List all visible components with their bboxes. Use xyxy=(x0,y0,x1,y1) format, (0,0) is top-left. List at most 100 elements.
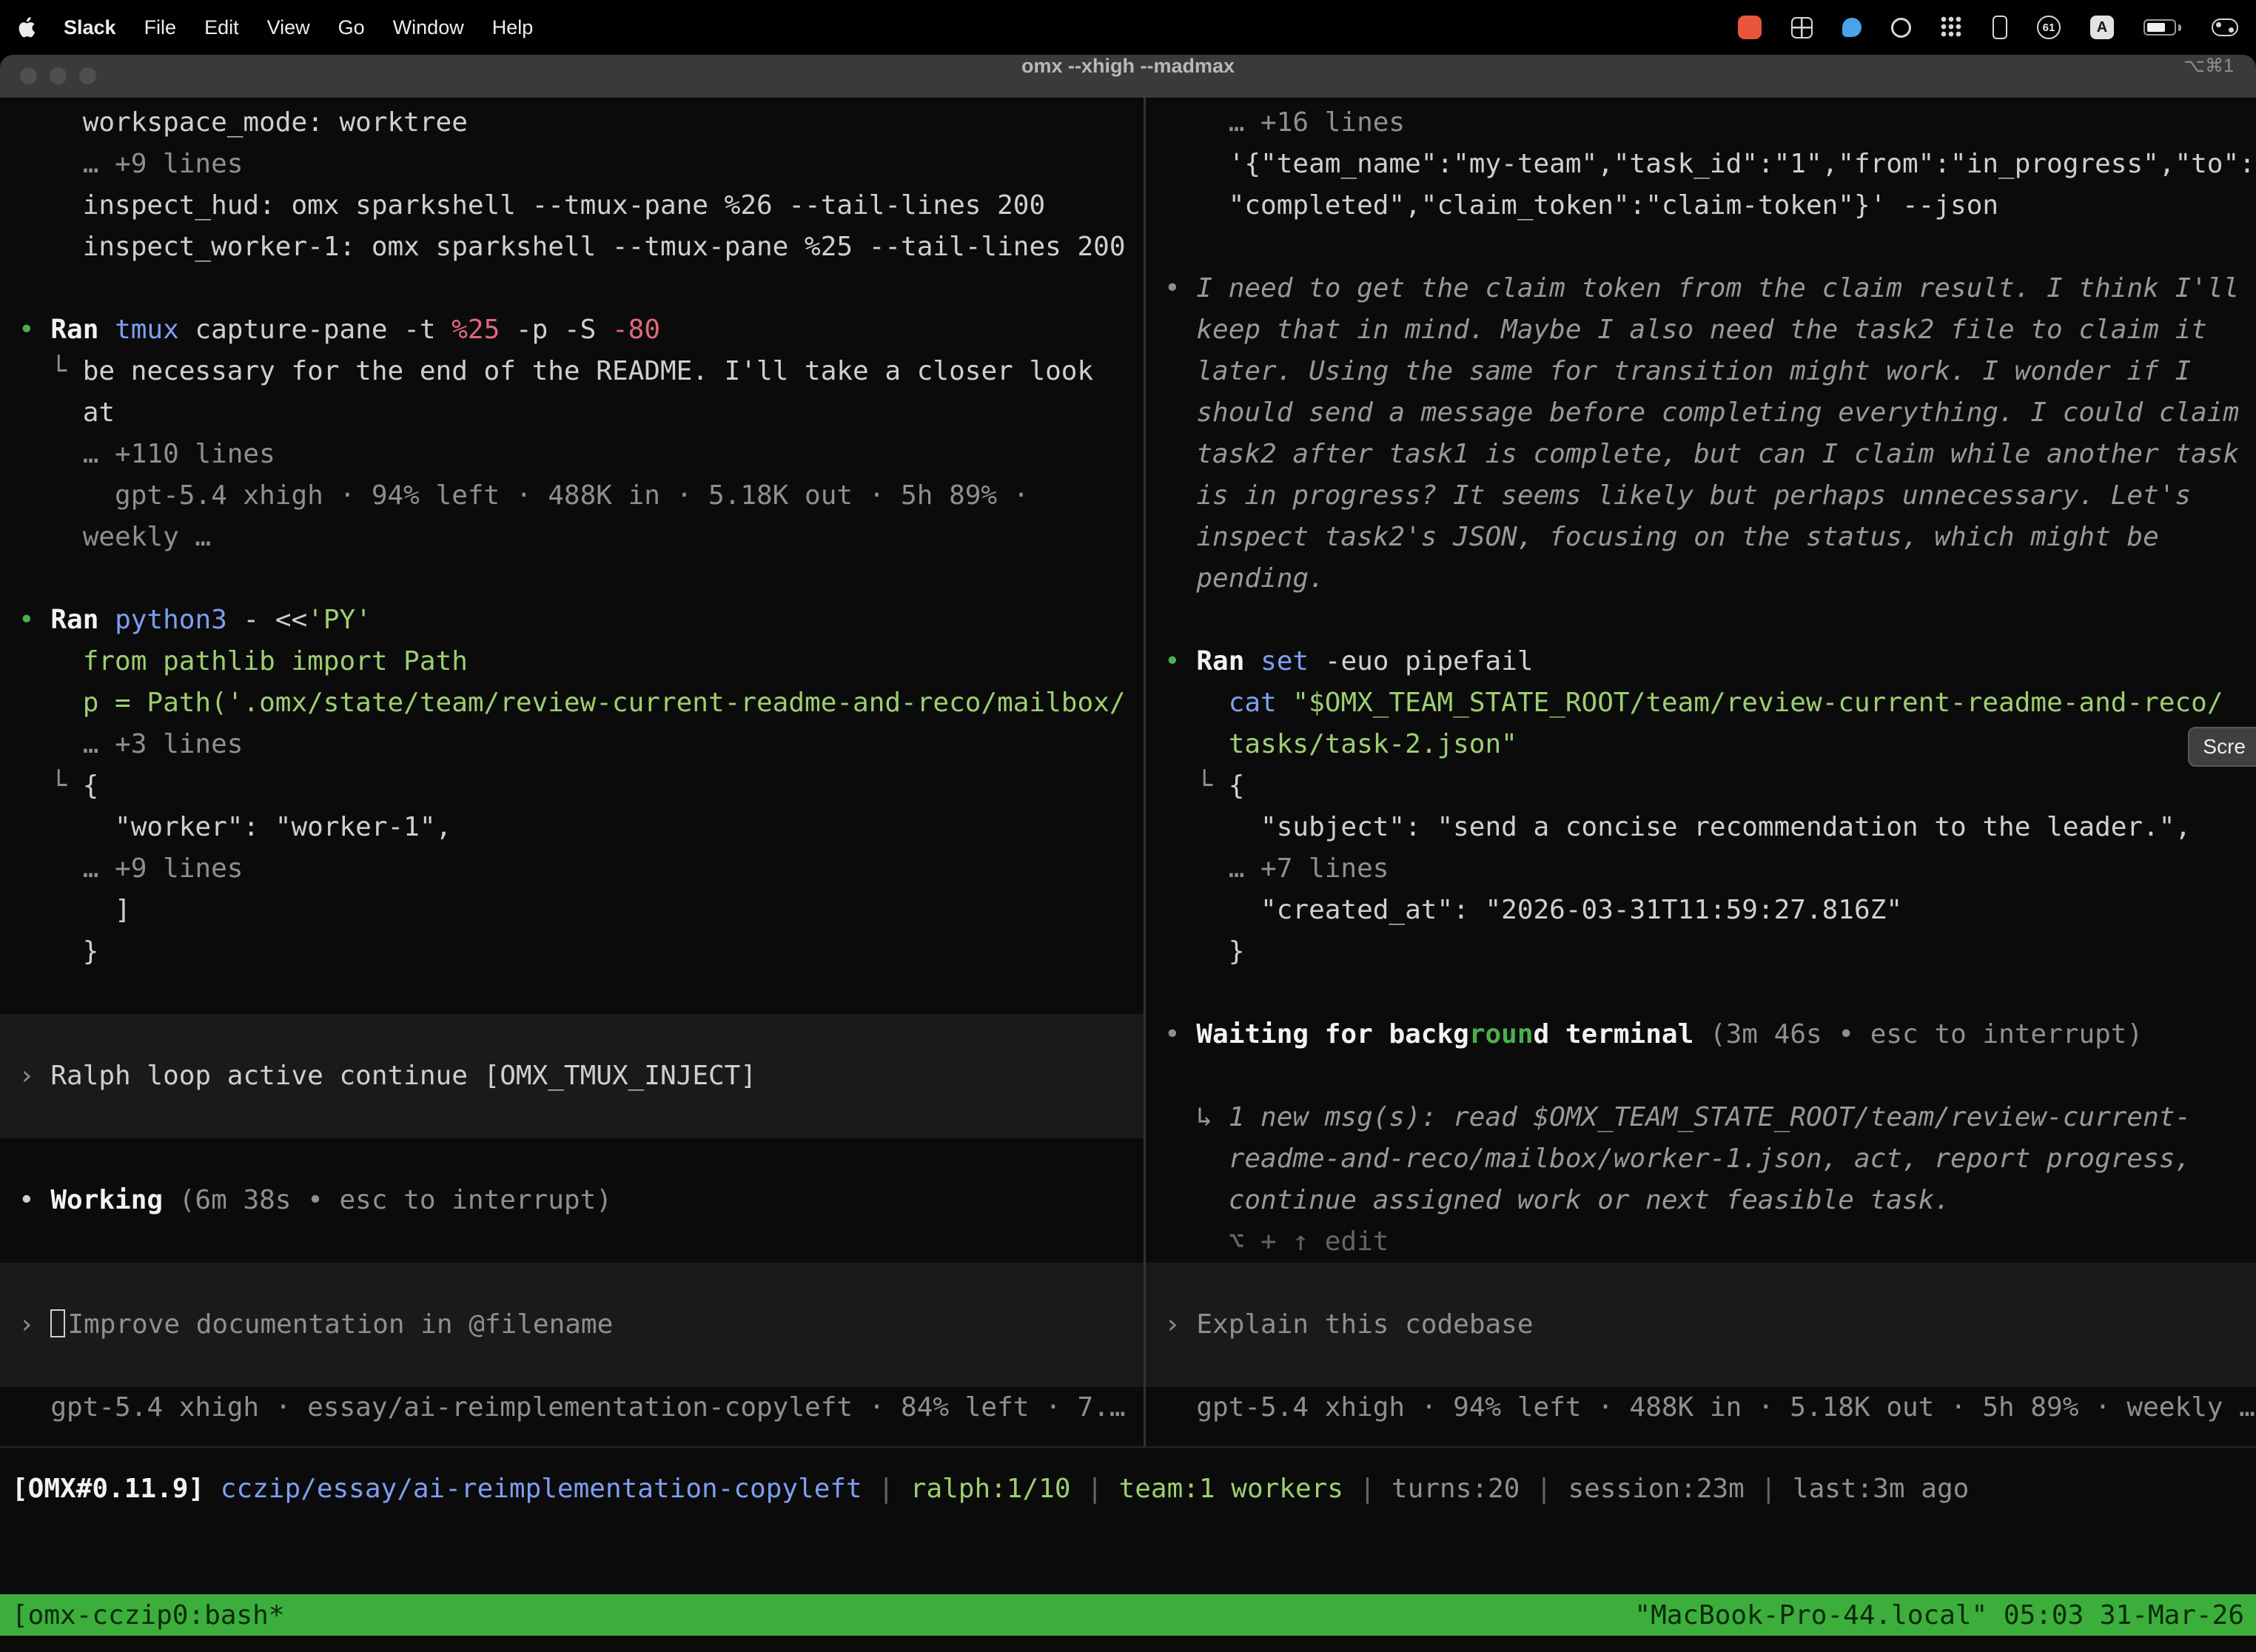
dots-grid-icon[interactable] xyxy=(1941,16,1963,38)
terminal-line: keep that in mind. Maybe I also need the… xyxy=(1146,309,2256,351)
text-segment: … +110 lines xyxy=(19,439,275,469)
text-segment: } xyxy=(1164,936,1244,967)
text-segment: "worker": "worker-1", xyxy=(19,812,451,842)
terminal-line xyxy=(0,1138,1144,1180)
window-titlebar[interactable]: omx --xhigh --madmax ⌥⌘1 xyxy=(0,55,2256,98)
menu-edit[interactable]: Edit xyxy=(204,16,239,39)
terminal-line: ⌥ + ↑ edit xyxy=(1146,1221,2256,1263)
text-segment: d terminal xyxy=(1534,1019,1694,1050)
composer-line[interactable] xyxy=(1146,1346,2256,1387)
text-segment: Improve documentation in @filename xyxy=(67,1309,613,1340)
text-segment: from pathlib import Path xyxy=(19,646,468,676)
terminal-line: • I need to get the claim token from the… xyxy=(1146,268,2256,309)
badge-61-icon[interactable]: 61 xyxy=(2037,16,2061,39)
text-segment: (6m 38s • esc to interrupt) xyxy=(163,1185,612,1215)
text-segment xyxy=(98,315,115,345)
menu-window[interactable]: Window xyxy=(393,16,464,39)
text-segment: "subject": "send a concise recommendatio… xyxy=(1164,812,2191,842)
text-segment: | xyxy=(1071,1474,1119,1504)
text-segment: (3m 46s • esc to interrupt) xyxy=(1693,1019,2143,1050)
text-segment: Waiting for backg xyxy=(1196,1019,1468,1050)
text-segment: continue assigned work or next feasible … xyxy=(1164,1185,1950,1215)
text-segment: • xyxy=(1164,273,1196,303)
ring-icon[interactable] xyxy=(1891,18,1911,38)
control-center-icon[interactable] xyxy=(2212,19,2238,36)
text-segment: • xyxy=(1164,1019,1196,1050)
text-cursor xyxy=(50,1309,65,1337)
terminal-line: … +7 lines xyxy=(1146,848,2256,890)
text-segment: I need to get the claim token from the c… xyxy=(1196,273,2239,303)
composer-line[interactable]: › Explain this codebase xyxy=(1146,1304,2256,1346)
text-segment: is in progress? It seems likely but perh… xyxy=(1164,480,2191,511)
text-segment: "created_at": "2026-03-31T11:59:27.816Z" xyxy=(1164,895,1902,925)
text-segment: keep that in mind. Maybe I also need the… xyxy=(1164,315,2207,345)
text-segment: weekly … xyxy=(19,522,211,552)
tmux-status-bar: [omx-cczip0:bash* "MacBook-Pro-44.local"… xyxy=(0,1594,2256,1636)
text-segment: 'PY' xyxy=(307,605,372,635)
input-source-icon[interactable]: A xyxy=(2090,16,2114,39)
terminal-line: "created_at": "2026-03-31T11:59:27.816Z" xyxy=(1146,890,2256,931)
terminal-line: └ { xyxy=(0,765,1144,807)
composer-line[interactable] xyxy=(0,1263,1144,1304)
tmux-session-window[interactable]: [omx-cczip0:bash* xyxy=(12,1600,284,1631)
text-segment: ] xyxy=(19,895,131,925)
text-segment: ↳ 1 new msg(s): read $OMX_TEAM_STATE_ROO… xyxy=(1164,1102,2191,1132)
terminal-line xyxy=(1146,1055,2256,1097)
composer-line[interactable] xyxy=(1146,1263,2256,1304)
text-segment: › xyxy=(1164,1309,1196,1340)
terminal-line: from pathlib import Path xyxy=(0,641,1144,682)
battery-icon[interactable] xyxy=(2143,19,2176,36)
text-segment: … +9 lines xyxy=(19,149,243,179)
text-segment: cat xyxy=(1229,688,1277,718)
text-segment: task2 after task1 is complete, but can I… xyxy=(1164,439,2239,469)
menubar-status-icons: 61 A xyxy=(1738,16,2238,39)
text-segment xyxy=(204,1474,221,1504)
blue-droplet-icon[interactable] xyxy=(1842,18,1861,37)
terminal-line: workspace_mode: worktree xyxy=(0,102,1144,144)
terminal-line: … +110 lines xyxy=(0,434,1144,475)
composer-line[interactable]: › Ralph loop active continue [OMX_TMUX_I… xyxy=(0,1055,1144,1097)
text-segment: -80 xyxy=(612,315,660,345)
window-grid-icon[interactable] xyxy=(1791,17,1813,38)
composer-line[interactable] xyxy=(0,1097,1144,1138)
text-segment: at xyxy=(19,397,115,428)
text-segment: • xyxy=(19,605,50,635)
badge-61-icon-label: 61 xyxy=(2043,21,2055,34)
terminal-line: } xyxy=(0,931,1144,973)
terminal-line xyxy=(1146,600,2256,641)
text-segment: └ xyxy=(1164,770,1229,801)
screen-recording-indicator[interactable] xyxy=(1738,16,1762,39)
terminal-pane-left[interactable]: workspace_mode: worktree … +9 lines insp… xyxy=(0,98,1144,1446)
menu-help[interactable]: Help xyxy=(492,16,534,39)
text-segment: pending. xyxy=(1164,563,1325,594)
terminal-line xyxy=(0,268,1144,309)
terminal-line: "subject": "send a concise recommendatio… xyxy=(1146,807,2256,848)
terminal-line: inspect task2's JSON, focusing on the st… xyxy=(1146,517,2256,558)
text-segment: readme-and-reco/mailbox/worker-1.json, a… xyxy=(1164,1144,2191,1174)
text-segment: › xyxy=(19,1309,50,1340)
terminal-pane-right[interactable]: … +16 lines '{"team_name":"my-team","tas… xyxy=(1146,98,2256,1446)
composer-line[interactable] xyxy=(0,1346,1144,1387)
terminal-line: continue assigned work or next feasible … xyxy=(1146,1180,2256,1221)
text-segment xyxy=(1164,688,1229,718)
text-segment xyxy=(98,605,115,635)
text-segment: %25 xyxy=(451,315,500,345)
composer-line[interactable] xyxy=(0,1014,1144,1055)
screen-edge-tooltip[interactable]: Scre xyxy=(2188,727,2256,767)
phone-icon[interactable] xyxy=(1993,16,2007,39)
terminal-line: '{"team_name":"my-team","task_id":"1","f… xyxy=(1146,144,2256,185)
menu-go[interactable]: Go xyxy=(338,16,365,39)
text-segment: • xyxy=(19,1185,50,1215)
menu-slack[interactable]: Slack xyxy=(64,16,116,39)
text-segment: ralph:1/10 xyxy=(910,1474,1071,1504)
text-segment: "$OMX_TEAM_STATE_ROOT/team/review-curren… xyxy=(1292,688,2223,718)
text-segment: { xyxy=(1229,770,1245,801)
apple-icon[interactable] xyxy=(18,17,36,38)
menu-file[interactable]: File xyxy=(144,16,177,39)
composer-line[interactable]: › Improve documentation in @filename xyxy=(0,1304,1144,1346)
text-segment: Explain this codebase xyxy=(1196,1309,1533,1340)
text-segment: … +9 lines xyxy=(19,853,243,884)
menu-view[interactable]: View xyxy=(267,16,310,39)
terminal-line: p = Path('.omx/state/team/review-current… xyxy=(0,682,1144,724)
menu-item-list: Slack File Edit View Go Window Help xyxy=(64,16,533,39)
